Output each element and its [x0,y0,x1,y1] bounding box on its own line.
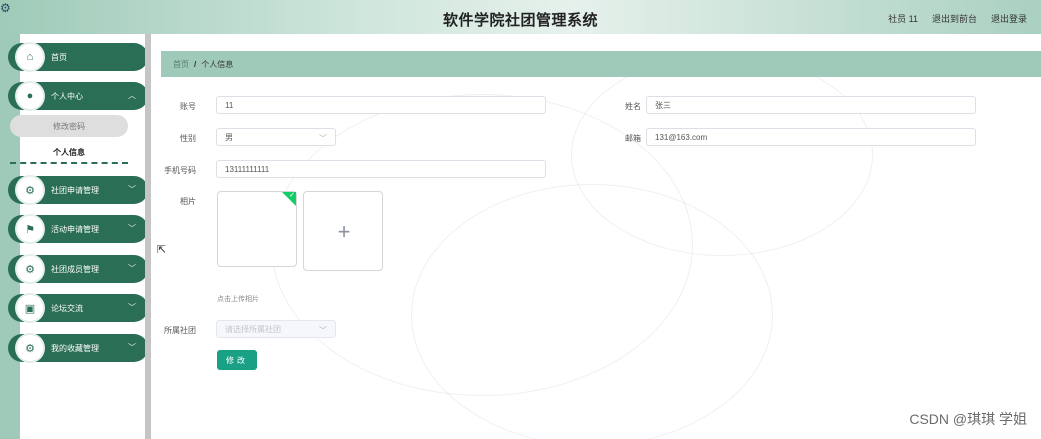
account-field[interactable]: 11 [216,96,546,114]
breadcrumb-current: 个人信息 [201,59,234,69]
logout-link[interactable]: 退出登录 [991,12,1027,25]
club-select: 请选择所属社团 ﹀ [216,320,336,338]
sidebar-item-label: 我的收藏管理 [51,343,99,353]
gender-value: 男 [225,132,233,142]
sidebar-item-forum[interactable]: ▣ 论坛交流 ﹀ [8,294,148,322]
uploaded-photo-thumbnail[interactable]: ✓ [217,191,297,267]
watermark: CSDN @琪琪 学姐 [909,411,1027,427]
club-label: 所属社团 [164,326,196,335]
sidebar-item-label: 活动申请管理 [51,224,99,234]
header-actions: 社员 11 退出到前台 退出登录 [888,12,1027,25]
chevron-down-icon: ﹀ [319,134,327,143]
sidebar-item-label: 社团成员管理 [51,264,99,274]
sidebar-item-personal-center[interactable]: ● 个人中心 ︿ [8,82,148,110]
sidebar-item-home[interactable]: ⌂ 首页 [8,43,148,71]
gender-label: 性别 [180,134,196,143]
sidebar-item-club-members[interactable]: ⚙ 社团成员管理 ﹀ [8,255,148,283]
club-placeholder: 请选择所属社团 [225,324,281,334]
name-label: 姓名 [625,102,641,111]
home-icon: ⌂ [17,44,43,70]
gear-icon: ⚙ [17,256,43,282]
chat-icon: ▣ [17,295,43,321]
sidebar-item-label: 首页 [51,52,67,62]
sidebar-item-label: 论坛交流 [51,303,83,313]
main-content: 首页 / 个人信息 账号 11 姓名 张三 性别 男 ﹀ 邮箱 131@163.… [151,34,1041,439]
chevron-up-icon: ︿ [128,91,136,100]
chevron-down-icon: ﹀ [128,185,136,194]
phone-field[interactable]: 13111111111 [216,160,546,178]
name-value: 张三 [655,100,671,110]
chevron-down-icon: ﹀ [128,303,136,312]
sidebar-item-favorites[interactable]: ⚙ 我的收藏管理 ﹀ [8,334,148,362]
breadcrumb-separator: / [194,59,197,69]
email-field[interactable]: 131@163.com [646,128,976,146]
photo-upload-button[interactable]: + [303,191,383,271]
chevron-down-icon: ﹀ [128,264,136,273]
photo-label: 相片 [180,197,196,206]
phone-value: 13111111111 [225,164,270,174]
plus-icon: + [337,219,351,244]
flag-icon: ⚑ [17,216,43,242]
sidebar-item-label: 社团申请管理 [51,185,99,195]
gear-icon: ⚙ [17,177,43,203]
chevron-down-icon: ﹀ [319,326,327,335]
user-icon: ● [17,83,43,109]
breadcrumb: 首页 / 个人信息 [161,51,1041,77]
account-value: 11 [225,100,234,110]
chevron-down-icon: ﹀ [128,343,136,352]
top-header: ⚙ 软件学院社团管理系统 社员 11 退出到前台 退出登录 [0,0,1041,34]
mouse-cursor-icon: ⇱ [157,244,167,256]
back-to-front-link[interactable]: 退出到前台 [932,12,977,25]
sidebar-item-label: 个人中心 [51,91,83,101]
check-icon: ✓ [289,192,295,199]
name-field[interactable]: 张三 [646,96,976,114]
account-label: 账号 [180,102,196,111]
submenu-change-password[interactable]: 修改密码 [10,115,128,137]
email-label: 邮箱 [625,134,641,143]
gender-select[interactable]: 男 ﹀ [216,128,336,146]
email-value: 131@163.com [655,132,708,142]
sidebar-item-club-application[interactable]: ⚙ 社团申请管理 ﹀ [8,176,148,204]
breadcrumb-home[interactable]: 首页 [173,59,189,70]
app-title: 软件学院社团管理系统 [442,12,598,29]
sidebar: ⌂ 首页 ● 个人中心 ︿ 修改密码 个人信息 ⚙ 社团申请管理 ﹀ ⚑ 活动申… [8,34,148,439]
phone-label: 手机号码 [164,166,196,175]
modify-button[interactable]: 修改 [217,350,257,370]
upload-hint: 点击上传相片 [217,296,259,303]
chevron-down-icon: ﹀ [128,224,136,233]
submenu-personal-info[interactable]: 个人信息 [10,142,128,164]
sidebar-item-activity-application[interactable]: ⚑ 活动申请管理 ﹀ [8,215,148,243]
gear-icon: ⚙ [17,335,43,361]
user-label: 社员 11 [888,14,918,24]
